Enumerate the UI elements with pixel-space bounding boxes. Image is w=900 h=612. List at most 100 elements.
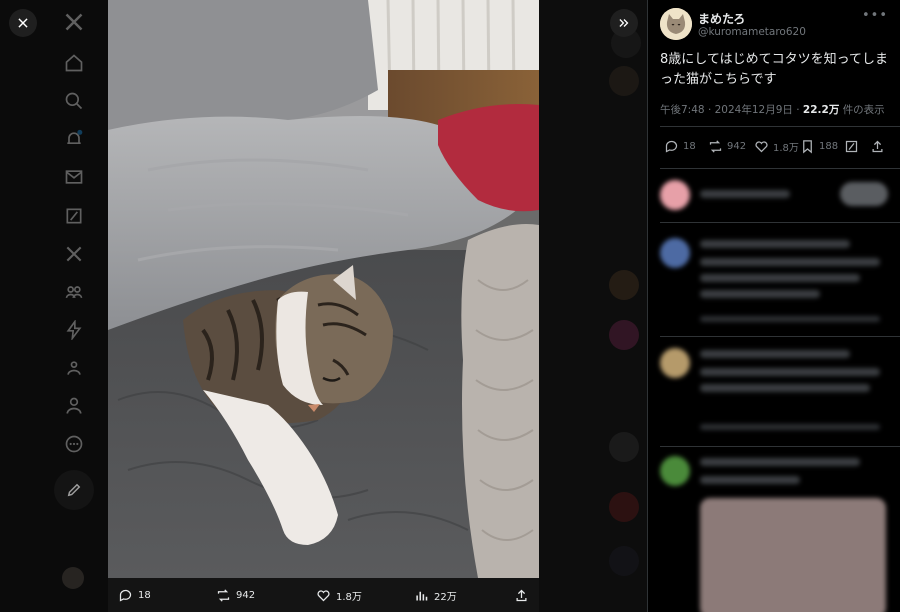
profile-icon[interactable]	[62, 394, 86, 418]
reply-blurred	[660, 346, 892, 436]
blurred-text	[700, 190, 790, 198]
divider	[660, 446, 900, 447]
ghost-avatar	[609, 320, 639, 350]
ghost-avatar	[609, 492, 639, 522]
divider	[660, 222, 900, 223]
composer-avatar	[660, 180, 690, 210]
cat-photo-illustration	[108, 0, 539, 578]
blurred-reply-image	[700, 498, 886, 612]
reply-count: 18	[683, 141, 696, 152]
blurred-text	[700, 368, 880, 376]
tweet-meta: 午後7:48 · 2024年12月9日 · 22.2万 件の表示	[660, 102, 885, 117]
grok-icon	[845, 140, 858, 153]
timeline-background	[539, 0, 647, 612]
search-icon[interactable]	[62, 89, 86, 113]
meta-separator: ·	[707, 104, 712, 116]
share-icon	[872, 140, 883, 153]
blurred-text	[700, 476, 800, 484]
compose-icon[interactable]	[54, 470, 94, 510]
reply-blurred	[660, 236, 892, 326]
blurred-text	[700, 258, 880, 266]
ghost-avatar	[609, 66, 639, 96]
blurred-text	[700, 274, 860, 282]
share-icon	[516, 589, 527, 601]
tweet-action-bar: 18 942 1.8万 188	[660, 139, 895, 159]
media-action-bar: 18 942 1.8万 22万	[0, 578, 647, 612]
media-reply-count: 18	[138, 589, 151, 601]
retweet-button[interactable]: 942	[708, 139, 746, 154]
home-icon[interactable]	[62, 51, 86, 75]
bookmark-icon	[803, 140, 812, 154]
bookmark-count: 188	[819, 141, 839, 152]
blurred-text	[700, 240, 850, 248]
app-root: 18 942 1.8万 22万 まめたろ @kuromametaro620 ••…	[0, 0, 900, 612]
close-icon	[18, 18, 28, 28]
media-retweet-button[interactable]: 942	[216, 578, 255, 612]
reply-icon	[665, 140, 678, 153]
retweet-count: 942	[727, 141, 747, 152]
bookmark-button[interactable]: 188	[800, 139, 838, 154]
media-share-button[interactable]	[514, 578, 529, 612]
author-avatar[interactable]	[660, 8, 692, 40]
nav-rail-background	[0, 0, 108, 612]
divider	[660, 126, 900, 127]
expand-icon	[619, 19, 629, 27]
ghost-avatar	[609, 546, 639, 576]
reply-icon	[119, 589, 132, 602]
grok-button[interactable]	[844, 139, 859, 154]
tweet-text: 8歳にしてはじめてコタツを知ってしまった猫がこちらです	[660, 52, 888, 87]
share-button[interactable]	[870, 139, 885, 154]
blurred-text	[700, 290, 820, 298]
divider	[660, 336, 900, 337]
retweet-icon	[217, 588, 230, 602]
divider	[660, 168, 900, 169]
reply-blurred	[660, 454, 892, 612]
tweet-photo[interactable]	[108, 0, 539, 578]
tweet-view-label: 件の表示	[842, 104, 885, 116]
tweet-time[interactable]: 午後7:48	[660, 104, 705, 116]
reply-button[interactable]: 18	[664, 139, 696, 154]
ghost-avatar	[609, 270, 639, 300]
people-icon[interactable]	[62, 356, 86, 380]
blurred-reply-button	[840, 182, 888, 206]
retweet-icon	[709, 140, 722, 153]
blurred-text	[700, 384, 870, 392]
reply-composer-blurred	[660, 178, 892, 210]
notifications-icon[interactable]	[62, 127, 86, 151]
tweet-header: まめたろ @kuromametaro620 •••	[660, 8, 892, 44]
communities-icon[interactable]	[62, 280, 86, 304]
views-icon	[416, 591, 428, 600]
like-button[interactable]: 1.8万	[754, 139, 799, 154]
media-views-count: 22万	[434, 591, 457, 603]
more-icon[interactable]	[62, 432, 86, 456]
ghost-avatar	[609, 432, 639, 462]
reply-avatar	[660, 456, 690, 486]
media-viewer: 18 942 1.8万 22万	[0, 0, 647, 612]
blurred-text	[700, 424, 880, 430]
media-retweet-count: 942	[236, 589, 256, 601]
media-like-count: 1.8万	[336, 591, 362, 603]
author-display-name[interactable]: まめたろ	[698, 10, 745, 27]
tweet-date[interactable]: 2024年12月9日	[715, 104, 793, 116]
more-options-icon[interactable]: •••	[862, 8, 888, 23]
grok-icon[interactable]	[62, 204, 86, 228]
author-handle[interactable]: @kuromametaro620	[698, 26, 806, 38]
tweet-detail-panel: まめたろ @kuromametaro620 ••• 8歳にしてはじめてコタツを知…	[647, 0, 900, 612]
x-logo-icon[interactable]	[62, 10, 86, 34]
media-reply-button[interactable]: 18	[118, 578, 151, 612]
premium-icon[interactable]	[62, 242, 86, 266]
blurred-text	[700, 350, 850, 358]
reply-avatar	[660, 348, 690, 378]
media-like-button[interactable]: 1.8万	[316, 578, 362, 612]
bolt-icon[interactable]	[62, 318, 86, 342]
like-icon	[317, 589, 330, 601]
media-views-button[interactable]: 22万	[414, 578, 457, 612]
messages-icon[interactable]	[62, 165, 86, 189]
close-button[interactable]	[9, 9, 37, 37]
like-icon	[755, 141, 768, 153]
tweet-view-count: 22.2万	[802, 104, 840, 116]
expand-button[interactable]	[610, 9, 638, 37]
blurred-text	[700, 458, 860, 466]
reply-avatar	[660, 238, 690, 268]
meta-separator: ·	[796, 104, 800, 116]
